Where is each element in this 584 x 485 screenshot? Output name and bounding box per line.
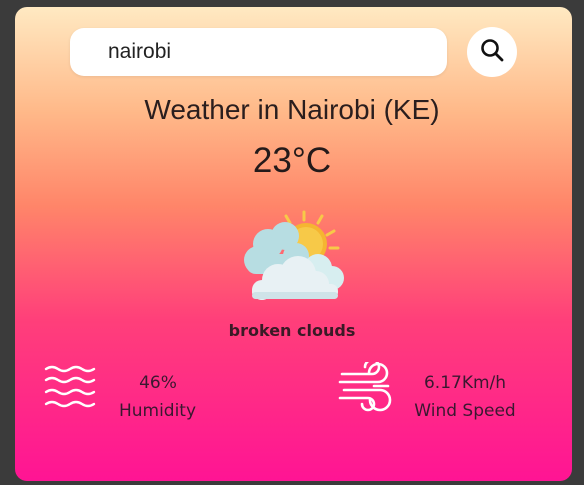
weather-description: broken clouds	[228, 321, 356, 340]
wind-speed-label: Wind Speed	[414, 401, 516, 421]
humidity-label: Humidity	[118, 401, 197, 421]
wind-speed-value: 6.17Km/h	[423, 373, 507, 393]
search-button[interactable]	[467, 27, 517, 77]
search-icon	[479, 37, 505, 67]
temperature: 23°C	[252, 141, 332, 180]
search-input[interactable]	[108, 38, 428, 66]
cloud-sun-icon	[238, 206, 350, 306]
wind-icon	[338, 358, 394, 412]
location-title: Weather in Nairobi (KE)	[144, 94, 440, 125]
search-bar	[70, 28, 447, 76]
waves-icon	[44, 364, 98, 410]
humidity-value: 46%	[139, 373, 177, 393]
